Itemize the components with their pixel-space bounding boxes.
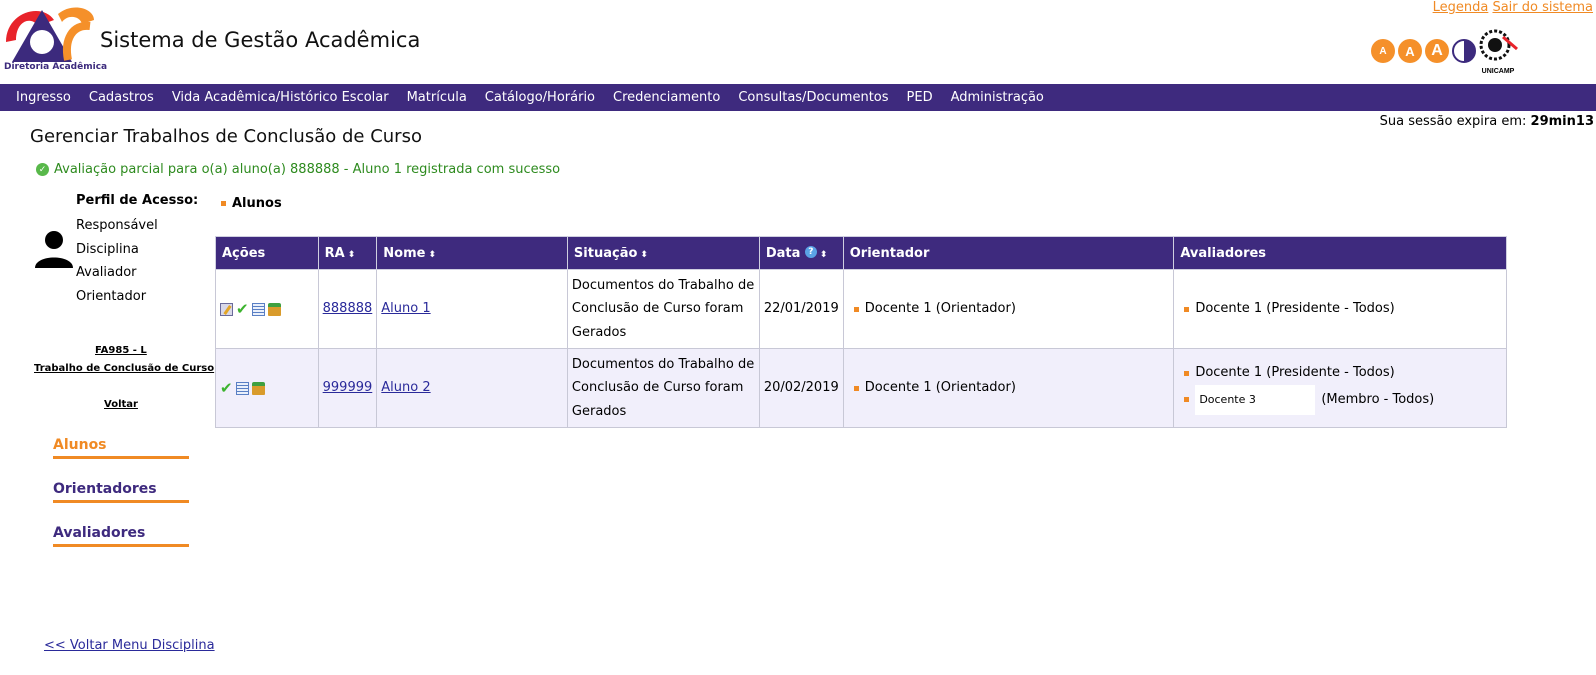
back-menu-link[interactable]: << Voltar Menu Disciplina <box>44 638 215 653</box>
archive-icon[interactable] <box>267 302 281 316</box>
role-orientador: Orientador <box>76 288 147 304</box>
menu-item-catalogo[interactable]: Catálogo/Horário <box>476 90 604 105</box>
evaluators-cell: Docente 1 (Presidente - Todos) <box>1173 269 1507 349</box>
section-label-text: Alunos <box>232 196 282 211</box>
bullet-icon <box>221 201 226 206</box>
logout-link[interactable]: Sair do sistema <box>1492 0 1593 15</box>
header-date[interactable]: Data ? ⬍ <box>758 236 844 270</box>
menu-item-credenciamento[interactable]: Credenciamento <box>604 90 729 105</box>
top-links: Legenda Sair do sistema <box>1433 0 1593 15</box>
advisor-text: Docente 1 (Orientador) <box>864 301 1016 317</box>
header-ra[interactable]: RA ⬍ <box>317 236 378 270</box>
page-title: Gerenciar Trabalhos de Conclusão de Curs… <box>30 126 422 147</box>
role-responsavel: Responsável <box>76 218 158 233</box>
evaluator-name: Docente 3 <box>1195 384 1316 415</box>
bullet-icon <box>853 306 859 312</box>
sort-icon[interactable]: ⬍ <box>820 250 828 260</box>
evaluator-role: (Membro - Todos) <box>1321 392 1435 407</box>
sidenav-orientadores[interactable]: Orientadores <box>53 481 189 503</box>
main-menu: Ingresso Cadastros Vida Acadêmica/Histór… <box>0 84 1596 111</box>
evaluators-cell: Docente 1 (Presidente - Todos) Docente 3… <box>1173 348 1507 428</box>
date-cell: 20/02/2019 <box>758 348 844 428</box>
sidenav-alunos[interactable]: Alunos <box>53 437 189 459</box>
edit-icon[interactable] <box>220 302 233 316</box>
contrast-icon[interactable] <box>1452 39 1476 63</box>
ra-link[interactable]: 999999 <box>323 380 373 395</box>
role-disciplina: Disciplina <box>76 241 139 257</box>
document-icon[interactable] <box>235 381 249 395</box>
name-cell: Aluno 1 <box>376 269 568 349</box>
sort-icon[interactable]: ⬍ <box>348 250 356 260</box>
success-message: ✓ Avaliação parcial para o(a) aluno(a) 8… <box>36 162 560 177</box>
ra-link[interactable]: 888888 <box>323 301 373 316</box>
font-small-button[interactable]: A <box>1371 39 1395 63</box>
bullet-icon <box>1184 306 1190 312</box>
logo-caption: Diretoria Acadêmica <box>4 62 108 72</box>
date-cell: 22/01/2019 <box>758 269 844 349</box>
unicamp-logo: UNICAMP <box>1479 29 1518 75</box>
checkmark-icon[interactable]: ✔ <box>220 380 233 395</box>
app-title: Sistema de Gestão Acadêmica <box>100 28 421 52</box>
name-cell: Aluno 2 <box>376 348 568 428</box>
course-name-link[interactable]: Trabalho de Conclusão de Curso <box>34 363 214 374</box>
font-large-button[interactable]: A <box>1425 39 1449 63</box>
font-size-controls: A A A <box>1371 39 1476 63</box>
bullet-icon <box>1184 397 1190 403</box>
sidenav-avaliadores[interactable]: Avaliadores <box>53 525 189 547</box>
unicamp-text: UNICAMP <box>1482 68 1515 75</box>
student-link[interactable]: Aluno 1 <box>381 301 430 316</box>
session-timer: Sua sessão expira em: 29min13 <box>1380 114 1594 129</box>
advisor-text: Docente 1 (Orientador) <box>864 380 1016 396</box>
menu-item-matricula[interactable]: Matrícula <box>398 90 476 105</box>
course-code-link[interactable]: FA985 - L <box>95 345 147 356</box>
advisor-cell: Docente 1 (Orientador) <box>842 348 1175 428</box>
sort-icon[interactable]: ⬍ <box>428 250 436 260</box>
profile-heading: Perfil de Acesso: <box>76 193 199 208</box>
header-evaluators: Avaliadores <box>1173 236 1507 270</box>
table-row: ✔ 888888 Aluno 1 Documentos do Trabalho … <box>215 269 1507 349</box>
success-check-icon: ✓ <box>36 163 49 176</box>
ra-cell: 888888 <box>317 269 378 349</box>
checkmark-icon[interactable]: ✔ <box>236 301 249 316</box>
table-row: ✔ 999999 Aluno 2 Documentos do Trabalho … <box>215 348 1507 428</box>
status-cell: Documentos do Trabalho de Conclusão de C… <box>566 348 760 428</box>
bullet-icon <box>853 385 859 391</box>
document-icon[interactable] <box>251 302 265 316</box>
header-name[interactable]: Nome ⬍ <box>376 236 568 270</box>
actions-cell: ✔ <box>215 348 319 428</box>
menu-item-cadastros[interactable]: Cadastros <box>80 90 163 105</box>
back-link[interactable]: Voltar <box>104 399 138 410</box>
font-medium-button[interactable]: A <box>1398 39 1422 63</box>
archive-icon[interactable] <box>251 381 265 395</box>
menu-item-ingresso[interactable]: Ingresso <box>7 90 80 105</box>
section-label: Alunos <box>221 196 282 211</box>
status-cell: Documentos do Trabalho de Conclusão de C… <box>566 269 760 349</box>
menu-item-vida-academica[interactable]: Vida Acadêmica/Histórico Escolar <box>163 90 398 105</box>
actions-cell: ✔ <box>215 269 319 349</box>
students-table: Ações RA ⬍ Nome ⬍ Situação ⬍ Data ? ⬍ Orient… <box>215 236 1507 428</box>
header-advisor: Orientador <box>842 236 1175 270</box>
evaluator-text: Docente 1 (Presidente - Todos) <box>1195 365 1395 381</box>
role-avaliador: Avaliador <box>76 265 137 280</box>
student-link[interactable]: Aluno 2 <box>381 380 430 395</box>
session-label: Sua sessão expira em: <box>1379 114 1527 129</box>
user-icon <box>35 231 73 268</box>
session-time: 29min13 <box>1530 114 1594 129</box>
info-icon[interactable]: ? <box>804 245 817 258</box>
sort-icon[interactable]: ⬍ <box>640 250 648 260</box>
table-header-row: Ações RA ⬍ Nome ⬍ Situação ⬍ Data ? ⬍ Orient… <box>215 236 1507 270</box>
bullet-icon <box>1184 370 1190 376</box>
success-text: Avaliação parcial para o(a) aluno(a) 888… <box>54 162 561 177</box>
menu-item-administracao[interactable]: Administração <box>942 90 1053 105</box>
menu-item-consultas[interactable]: Consultas/Documentos <box>729 90 897 105</box>
header-actions: Ações <box>215 236 319 270</box>
legend-link[interactable]: Legenda <box>1433 0 1489 15</box>
menu-item-ped[interactable]: PED <box>898 90 942 105</box>
evaluator-text: Docente 1 (Presidente - Todos) <box>1195 301 1395 317</box>
header-status[interactable]: Situação ⬍ <box>566 236 760 270</box>
ra-cell: 999999 <box>317 348 378 428</box>
profile-roles: Responsável Disciplina Avaliador Orienta… <box>76 214 158 308</box>
advisor-cell: Docente 1 (Orientador) <box>842 269 1175 349</box>
